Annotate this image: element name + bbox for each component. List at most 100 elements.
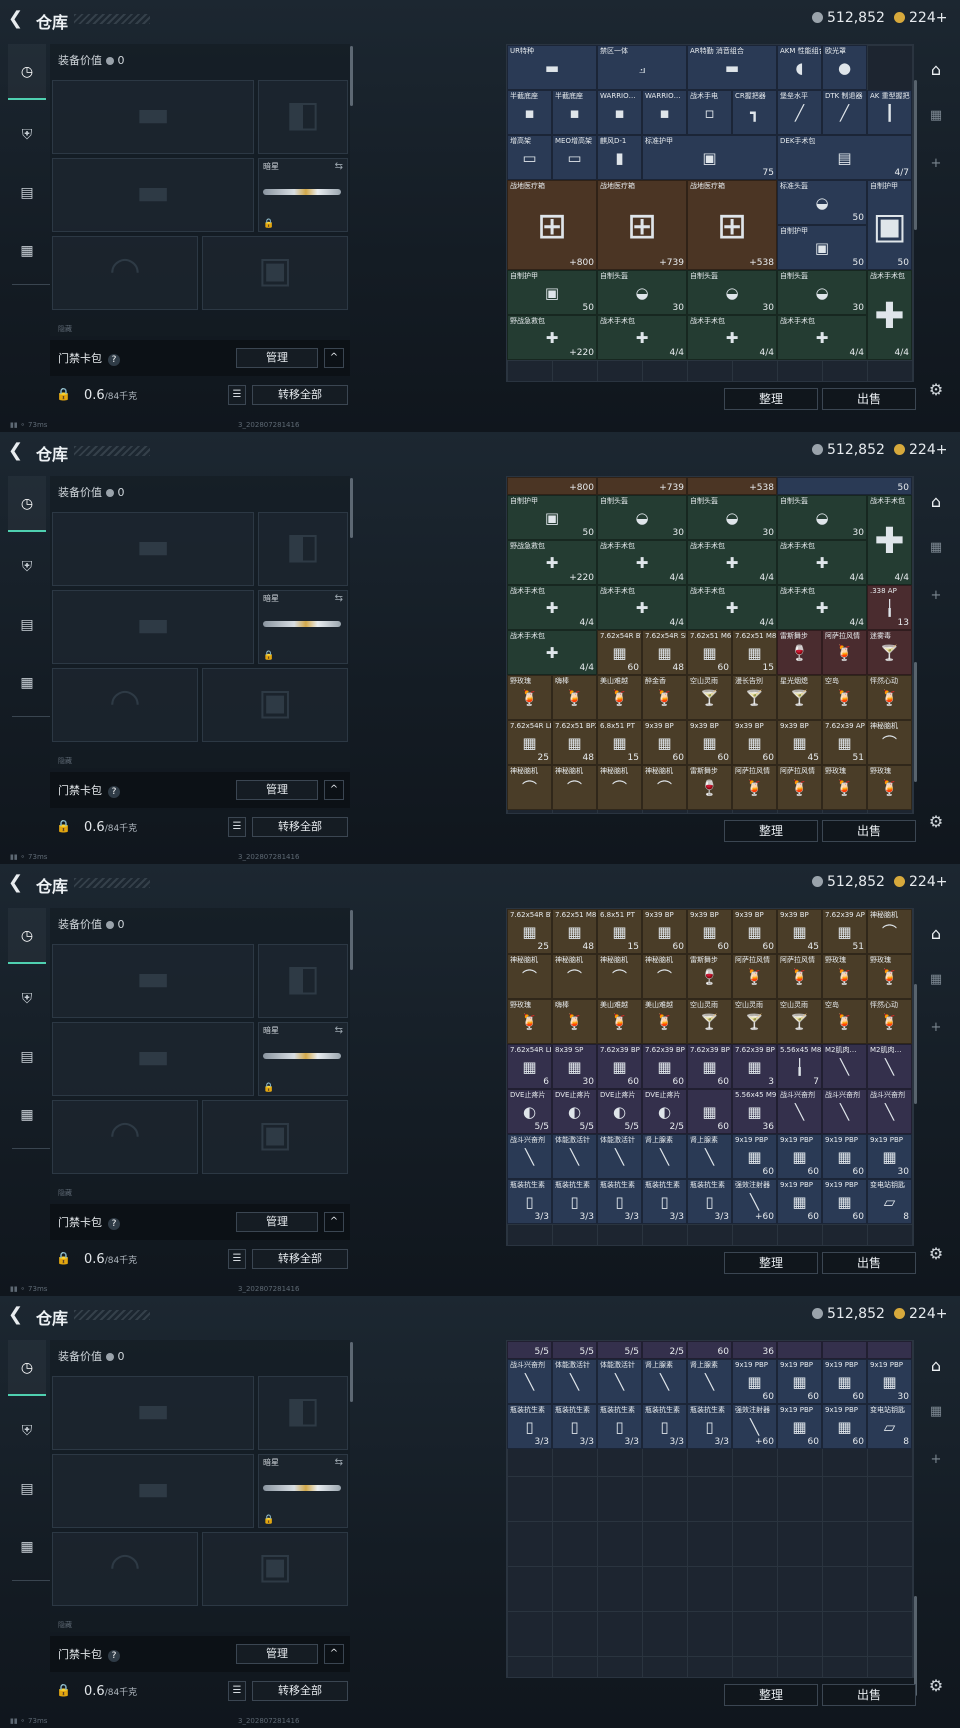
stash-item[interactable]: DVE止疼片 ◐ 5/5 — [507, 1089, 552, 1134]
pistol-slot[interactable]: ◧ — [258, 944, 348, 1018]
stash-item[interactable]: 7.62x39 BP ▦ 3 — [732, 1044, 777, 1089]
container-tab-icon[interactable]: ▦ — [924, 540, 948, 555]
stash-item[interactable]: 9x19 PBP ▦ 60 — [777, 1134, 822, 1179]
equip-scrollbar[interactable] — [350, 1342, 353, 1402]
stash-tab-icon[interactable]: ⌂ — [924, 924, 948, 943]
gear-icon[interactable]: ⚙ — [925, 1244, 947, 1263]
stash-item[interactable]: AK 重型握把 ┃ — [867, 90, 912, 135]
stash-item[interactable]: 阿萨拉风情 🍹 — [732, 765, 777, 810]
gun-tab-icon[interactable]: ◷ — [8, 476, 46, 532]
stash-item[interactable]: DVE止疼片 ◐ 2/5 — [642, 1089, 687, 1134]
armor-tab-icon[interactable]: ⛨ — [14, 554, 40, 580]
secondary-weapon-slot[interactable]: ▬ — [52, 1022, 254, 1096]
gold-currency[interactable]: 224+ — [894, 10, 947, 26]
stash-item[interactable]: 美山难越 🍹 — [597, 675, 642, 720]
stash-item[interactable]: 神秘脑机 ⌒ — [507, 765, 552, 810]
stash-item[interactable]: 战术手术包 ✚ 4/4 — [507, 630, 597, 675]
stash-item[interactable]: 8x39 SP ▦ 30 — [552, 1044, 597, 1089]
sort-button[interactable]: 整理 — [724, 1252, 818, 1274]
stash-item[interactable]: 战术手术包 ✚ 4/4 — [777, 315, 867, 360]
stash-item[interactable]: 2/5 — [642, 1341, 687, 1359]
stash-item[interactable]: 自制头盔 ◒ 30 — [777, 270, 867, 315]
melee-slot[interactable]: 暗星 ⇆ 🔒 — [258, 158, 348, 232]
helmet-slot[interactable]: ◠ — [52, 236, 198, 310]
armor-tab-icon[interactable]: ⛨ — [14, 986, 40, 1012]
stash-item[interactable]: 战术手术包 ✚ 4/4 — [687, 585, 777, 630]
stash-item[interactable]: 瓶装抗生素 ▯ 3/3 — [597, 1179, 642, 1224]
stash-item[interactable]: 7.62x54R SNB ▦48 — [642, 630, 687, 675]
sell-button[interactable]: 出售 — [822, 820, 916, 842]
stash-item[interactable]: 7.62x51 M80 ▦ 48 — [552, 909, 597, 954]
stash-item[interactable]: 9x39 BP ▦ 60 — [687, 720, 732, 765]
sell-button[interactable]: 出售 — [822, 1684, 916, 1706]
chevron-up-icon[interactable]: ^ — [324, 1644, 344, 1664]
stash-item[interactable]: 雷斯舞步 🍷 — [687, 765, 732, 810]
stash-item[interactable]: 雷斯舞步 🍷 — [777, 630, 822, 675]
stash-item[interactable]: 战术手术包 ✚ 4/4 — [597, 540, 687, 585]
stash-item[interactable]: 神秘脑机 ⌒ — [642, 954, 687, 999]
back-arrow-icon[interactable]: ❮ — [8, 10, 26, 28]
stash-item[interactable]: 瓶装抗生素 ▯ 3/3 — [642, 1404, 687, 1449]
stash-item[interactable]: 野玫瑰 🍹 — [867, 765, 912, 810]
stash-item[interactable]: 7.62x51 M62 ▦ 60 — [687, 630, 732, 675]
stash-item[interactable]: 战地医疗箱 ⊞ +739 — [597, 180, 687, 270]
chevron-up-icon[interactable]: ^ — [324, 780, 344, 800]
sort-button[interactable]: 整理 — [724, 1684, 818, 1706]
stash-item[interactable]: AR特勤 消音组合 ▬ — [687, 45, 777, 90]
stash-item[interactable]: 瓶装抗生素 ▯ 3/3 — [597, 1404, 642, 1449]
hidden-toggle[interactable]: 隐藏 — [58, 756, 72, 766]
stash-item[interactable]: 9x19 PBP ▦ 60 — [822, 1404, 867, 1449]
stash-item[interactable]: 野玫瑰 🍹 — [507, 675, 552, 720]
help-icon[interactable]: ? — [108, 786, 120, 798]
stash-item[interactable]: 瓶装抗生素 ▯ 3/3 — [552, 1179, 597, 1224]
stash-item[interactable]: 战术手术包 ✚ 4/4 — [867, 495, 912, 585]
briefcase-tab-icon[interactable]: ▦ — [14, 1102, 40, 1128]
stash-item[interactable]: 50 — [777, 477, 912, 495]
stash-item[interactable]: 战术手电 ▫ — [687, 90, 732, 135]
stash-item[interactable]: 7.62x39 AP ▦ 51 — [822, 909, 867, 954]
swap-icon[interactable]: ⇆ — [335, 161, 343, 172]
equip-scrollbar[interactable] — [350, 46, 353, 106]
add-tab-icon[interactable]: + — [924, 1452, 948, 1467]
stash-item[interactable]: 强效注射器 ╲ +60 — [732, 1179, 777, 1224]
clipboard-tab-icon[interactable]: ▤ — [14, 180, 40, 206]
stash-item[interactable]: 体能激活针 ╲ — [597, 1134, 642, 1179]
add-tab-icon[interactable]: + — [924, 1020, 948, 1035]
stash-item[interactable]: +800 — [507, 477, 597, 495]
hidden-toggle[interactable]: 隐藏 — [58, 1620, 72, 1630]
stash-item[interactable]: 欧光罩 ● — [822, 45, 867, 90]
stash-item[interactable]: 瓶装抗生素 ▯ 3/3 — [687, 1179, 732, 1224]
stash-item[interactable]: DVE止疼片 ◐ 5/5 — [597, 1089, 642, 1134]
gun-tab-icon[interactable]: ◷ — [8, 44, 46, 100]
stash-item[interactable]: 变电站钥匙 ▱ 8 — [867, 1404, 912, 1449]
stash-item[interactable]: 神秘脑机 ⌒ — [507, 954, 552, 999]
clipboard-tab-icon[interactable]: ▤ — [14, 1044, 40, 1070]
stash-item[interactable]: 瓶装抗生素 ▯ 3/3 — [507, 1179, 552, 1224]
stash-item[interactable]: 9x39 BP ▦ 60 — [732, 720, 777, 765]
stash-item[interactable]: 美山难越 🍹 — [642, 999, 687, 1044]
stash-item[interactable]: 雷斯舞步 🍷 — [687, 954, 732, 999]
stash-item[interactable]: 堡垒水平 ╱ — [777, 90, 822, 135]
back-arrow-icon[interactable]: ❮ — [8, 442, 26, 460]
armor-slot[interactable]: ▣ — [202, 1100, 348, 1174]
stash-item[interactable]: M2肌肉… ╲ — [867, 1044, 912, 1089]
stash-item[interactable]: DEK手术包 ▤ 4/7 — [777, 135, 912, 180]
stash-item[interactable]: 自制头盔 ◒ 30 — [597, 495, 687, 540]
stash-item[interactable]: 变电站钥匙 ▱ 8 — [867, 1179, 912, 1224]
pistol-slot[interactable]: ◧ — [258, 1376, 348, 1450]
stash-item[interactable]: 自制头盔 ◒ 30 — [687, 495, 777, 540]
stash-item[interactable]: 空山灵雨 🍸 — [687, 675, 732, 720]
stash-item[interactable]: 9x39 BP ▦ 60 — [732, 909, 777, 954]
stash-item[interactable]: 7.62x39 BP ▦ 60 — [642, 1044, 687, 1089]
stash-item[interactable]: 增高架 ▭ — [507, 135, 552, 180]
stash-scrollbar[interactable] — [914, 1596, 917, 1696]
stash-item[interactable]: 9x19 PBP ▦ 30 — [867, 1134, 912, 1179]
stash-item[interactable]: 标准护甲 ▣ 75 — [642, 135, 777, 180]
stash-item[interactable]: 阿萨拉风情 🍹 — [732, 954, 777, 999]
stash-item[interactable]: DTK 制退器 ╱ — [822, 90, 867, 135]
stash-item[interactable]: WARRIO… ▪ — [642, 90, 687, 135]
hidden-toggle[interactable]: 隐藏 — [58, 1188, 72, 1198]
secondary-weapon-slot[interactable]: ▬ — [52, 1454, 254, 1528]
stash-item[interactable]: 战斗兴奋剂 ╲ — [507, 1359, 552, 1404]
stash-item[interactable]: 战地医疗箱 ⊞ +538 — [687, 180, 777, 270]
